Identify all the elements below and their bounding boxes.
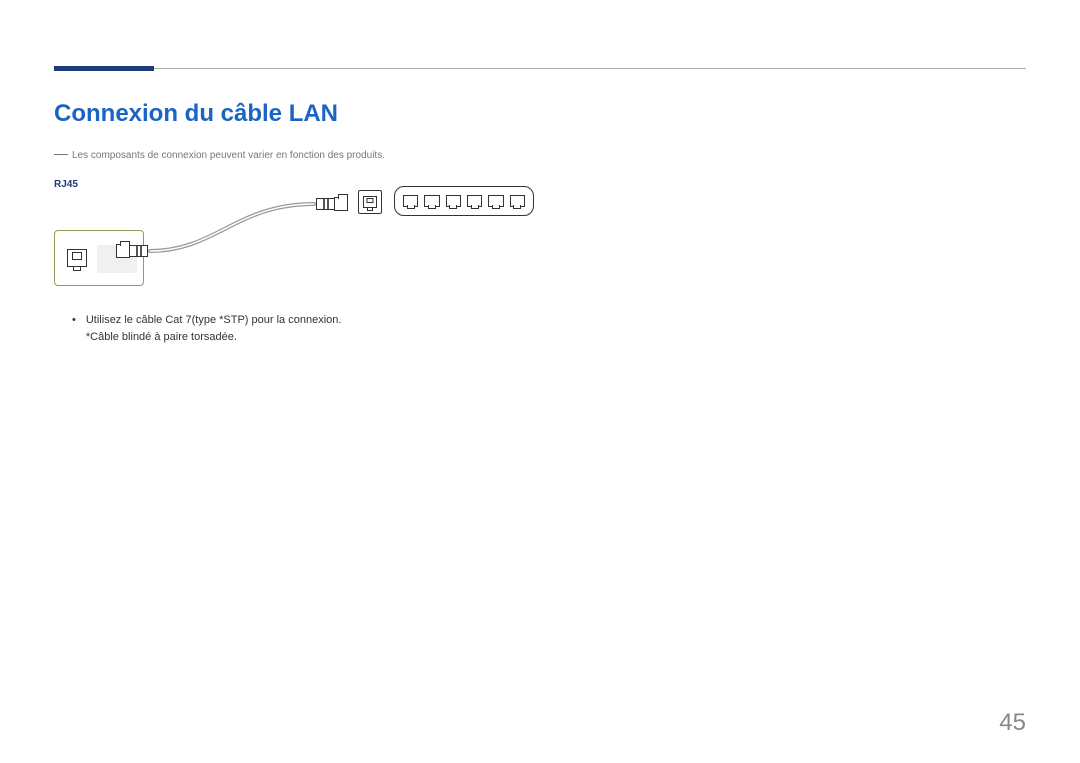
switch-port-icon [403,195,418,207]
bullet-line-2: *Câble blindé à paire torsadée. [86,331,237,343]
rj45-port-icon [363,196,377,208]
note-text: Les composants de connexion peuvent vari… [72,150,385,161]
bullet-line-1: Utilisez le câble Cat 7(type *STP) pour … [86,314,342,326]
page-content: Connexion du câble LAN Les composants de… [54,100,1026,345]
rj45-port-icon [67,249,87,267]
switch-port-icon [424,195,439,207]
port-label-rj45: RJ45 [54,179,1026,190]
modem-icon [358,190,382,214]
header-accent-bar [54,66,154,71]
ethernet-cable-icon [116,194,346,262]
cable-path-icon [116,194,346,264]
note-dash-icon [54,154,68,155]
instruction-bullet-list: • Utilisez le câble Cat 7(type *STP) pou… [72,312,1026,345]
switch-port-icon [467,195,482,207]
switch-port-icon [510,195,525,207]
switch-port-icon [488,195,503,207]
ethernet-plug-left-icon [116,242,150,260]
header-rule [54,68,1026,69]
list-item: • Utilisez le câble Cat 7(type *STP) pou… [72,312,1026,345]
ethernet-plug-right-icon [314,195,348,213]
lan-connection-diagram [54,194,574,294]
component-variation-note: Les composants de connexion peuvent vari… [54,150,1026,161]
page-number: 45 [999,709,1026,737]
section-title: Connexion du câble LAN [54,100,1026,128]
bullet-text: Utilisez le câble Cat 7(type *STP) pour … [86,312,1026,345]
bullet-icon: • [72,312,76,345]
network-switch-icon [394,186,534,216]
switch-port-icon [446,195,461,207]
